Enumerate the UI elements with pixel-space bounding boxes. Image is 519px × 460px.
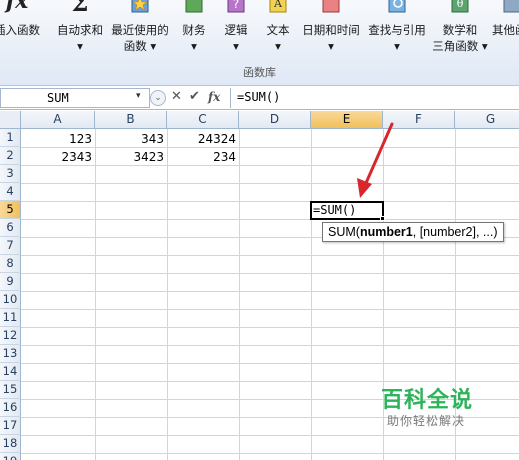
calendar-book-icon: [322, 0, 340, 13]
logic-book-icon: ?: [227, 0, 245, 13]
column-header-b[interactable]: B: [95, 111, 167, 129]
cancel-icon[interactable]: ✕: [171, 89, 182, 104]
tooltip-arg1[interactable]: number1: [360, 225, 413, 239]
row-header-17[interactable]: 17: [0, 417, 21, 435]
row-header-15[interactable]: 15: [0, 381, 21, 399]
text-button[interactable]: A 文本 ▾: [260, 0, 296, 60]
finance-label: 财务: [182, 23, 206, 37]
more-functions-label: 其他函: [492, 23, 519, 37]
column-header-f[interactable]: F: [383, 111, 455, 129]
more-functions-button[interactable]: 其他函: [492, 0, 519, 60]
math-trig-label-2: 三角函数 ▾: [432, 39, 488, 53]
row-header-9[interactable]: 9: [0, 273, 21, 291]
ribbon: fx 插入函数 Σ 自动求和 ▾ 最近使用的 函数 ▾ 财务 ▾ ? 逻辑 ▾ …: [0, 0, 519, 86]
column-header-e[interactable]: E: [311, 111, 383, 129]
tooltip-function: SUM(: [328, 225, 360, 239]
column-header-d[interactable]: D: [239, 111, 311, 129]
row-header-2[interactable]: 2: [0, 147, 21, 165]
text-book-icon: A: [269, 0, 287, 13]
autosum-label: 自动求和: [57, 23, 103, 37]
row-header-13[interactable]: 13: [0, 345, 21, 363]
svg-text:A: A: [273, 0, 283, 10]
insert-function-button[interactable]: fx 插入函数: [0, 0, 46, 60]
cell-c1[interactable]: 24324: [167, 130, 239, 148]
row-header-18[interactable]: 18: [0, 435, 21, 453]
row-header-3[interactable]: 3: [0, 165, 21, 183]
row-header-4[interactable]: 4: [0, 183, 21, 201]
math-trig-button[interactable]: θ 数学和 三角函数 ▾: [430, 0, 490, 60]
watermark-title: 百科全说: [381, 388, 474, 413]
row-header-8[interactable]: 8: [0, 255, 21, 273]
row-header-7[interactable]: 7: [0, 237, 21, 255]
name-box[interactable]: SUM: [0, 88, 150, 108]
row-header-11[interactable]: 11: [0, 309, 21, 327]
column-header-a[interactable]: A: [21, 111, 95, 129]
logic-button[interactable]: ? 逻辑 ▾: [218, 0, 254, 60]
row-header-12[interactable]: 12: [0, 327, 21, 345]
fx-icon: fx: [5, 0, 29, 14]
svg-text:θ: θ: [457, 0, 464, 10]
cell-c2[interactable]: 234: [167, 148, 239, 166]
finance-button[interactable]: 财务 ▾: [176, 0, 212, 60]
math-book-icon: θ: [451, 0, 469, 13]
row-header-5[interactable]: 5: [0, 201, 21, 219]
sigma-icon: Σ: [71, 0, 89, 17]
finance-book-icon: [185, 0, 203, 13]
formula-input[interactable]: =SUM(): [230, 88, 519, 108]
date-time-label: 日期和时间: [302, 23, 360, 37]
logic-dropdown: ▾: [233, 39, 239, 53]
column-header-c[interactable]: C: [167, 111, 239, 129]
cell-b2[interactable]: 3423: [95, 148, 167, 166]
lookup-reference-dropdown: ▾: [394, 39, 400, 53]
insert-function-fx-icon[interactable]: fx: [208, 90, 220, 104]
autosum-dropdown: ▾: [77, 39, 83, 53]
insert-function-label: 插入函数: [0, 23, 40, 37]
star-book-icon: [131, 0, 149, 13]
column-gridline: [311, 129, 312, 460]
watermark-subtitle: 助你轻松解决: [387, 414, 466, 428]
recent-functions-button[interactable]: 最近使用的 函数 ▾: [108, 0, 172, 60]
column-gridline: [95, 129, 96, 460]
row-header-6[interactable]: 6: [0, 219, 21, 237]
select-all-corner[interactable]: [0, 111, 21, 129]
logic-label: 逻辑: [224, 23, 248, 37]
tooltip-rest: , [number2], ...): [412, 225, 498, 239]
date-time-dropdown: ▾: [328, 39, 334, 53]
row-header-16[interactable]: 16: [0, 399, 21, 417]
more-functions-icon: [503, 0, 519, 13]
formula-bar: SUM ▾ ⌄ ✕ ✔ fx =SUM(): [0, 86, 519, 110]
recent-functions-label-2: 函数 ▾: [123, 39, 157, 53]
row-header-1[interactable]: 1: [0, 129, 21, 147]
autosum-button[interactable]: Σ 自动求和 ▾: [52, 0, 108, 60]
column-gridline: [167, 129, 168, 460]
text-dropdown: ▾: [275, 39, 281, 53]
cell-a1[interactable]: 123: [21, 130, 95, 148]
lookup-reference-label: 查找与引用: [368, 23, 426, 37]
cell-a2[interactable]: 2343: [21, 148, 95, 166]
fill-handle[interactable]: [380, 216, 385, 221]
column-header-g[interactable]: G: [455, 111, 519, 129]
svg-text:?: ?: [233, 0, 239, 11]
active-cell-e5[interactable]: =SUM(): [310, 201, 384, 220]
row-header-19[interactable]: 19: [0, 453, 21, 460]
finance-dropdown: ▾: [191, 39, 197, 53]
math-trig-label: 数学和: [442, 23, 478, 37]
formula-bar-expand-icon[interactable]: ⌄: [150, 90, 166, 106]
row-header-10[interactable]: 10: [0, 291, 21, 309]
lookup-book-icon: [388, 0, 406, 13]
function-syntax-tooltip[interactable]: SUM(number1, [number2], ...): [322, 222, 504, 242]
recent-functions-label: 最近使用的: [111, 23, 169, 37]
name-box-dropdown-icon[interactable]: ▾: [136, 91, 141, 101]
row-header-14[interactable]: 14: [0, 363, 21, 381]
text-label: 文本: [266, 23, 290, 37]
function-library-group-label: 函数库: [243, 66, 276, 79]
lookup-reference-button[interactable]: 查找与引用 ▾: [364, 0, 430, 60]
cell-b1[interactable]: 343: [95, 130, 167, 148]
enter-icon[interactable]: ✔: [189, 89, 200, 104]
date-time-button[interactable]: 日期和时间 ▾: [298, 0, 364, 60]
column-gridline: [239, 129, 240, 460]
